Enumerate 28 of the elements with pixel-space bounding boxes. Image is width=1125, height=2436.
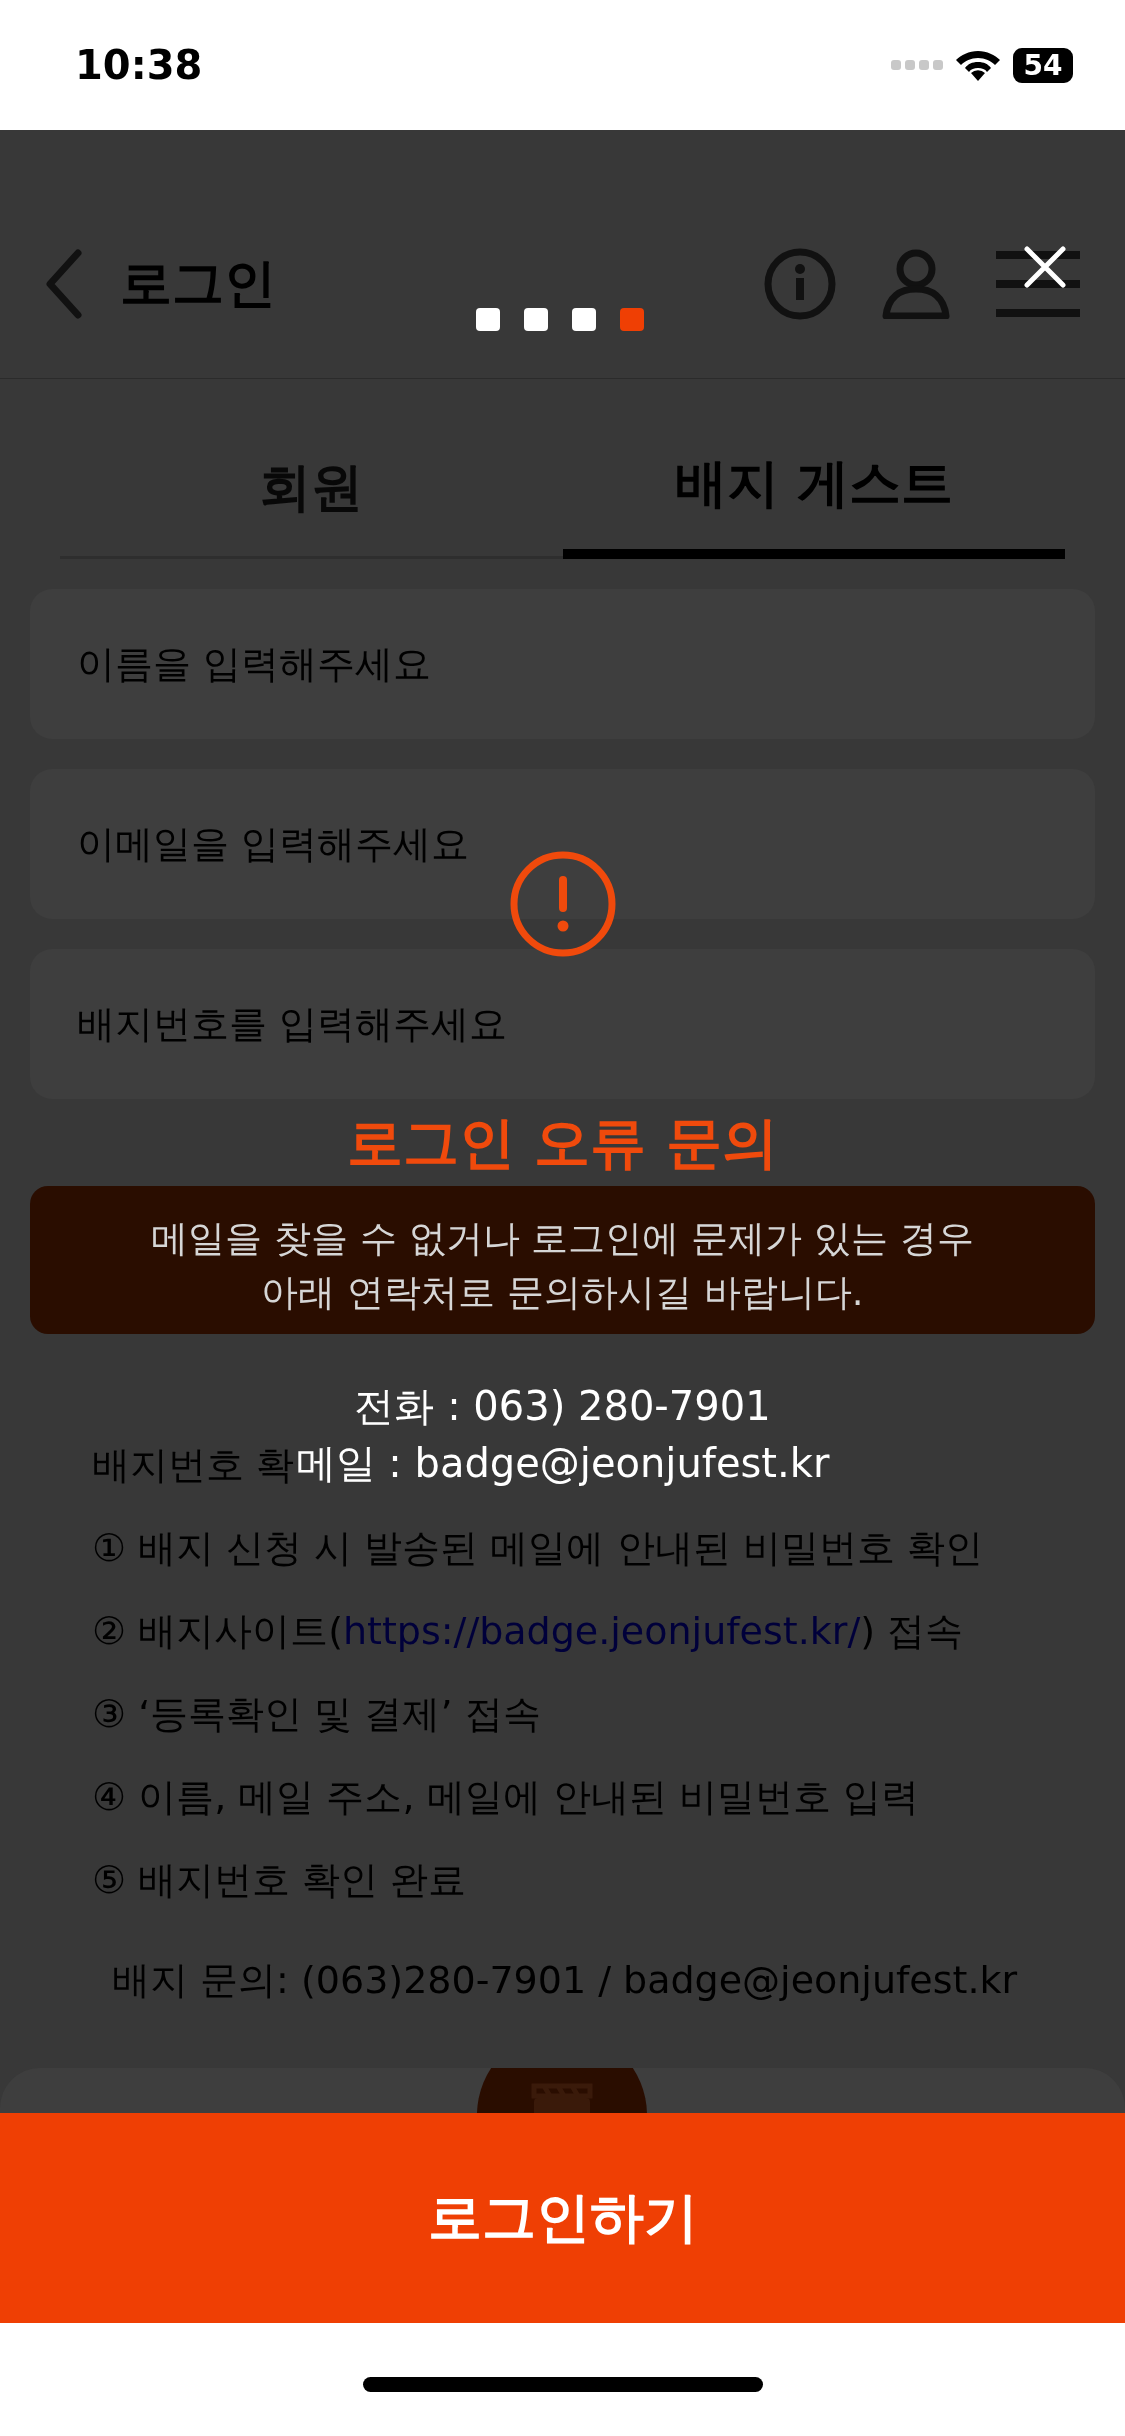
guide-step: ④ 이름, 메일 주소, 메일에 안내된 비밀번호 입력: [92, 1756, 919, 1839]
signal-icon: [891, 58, 943, 72]
guide-step: ② 배지사이트(https://badge.jeonjufest.kr/) 접속: [92, 1590, 964, 1673]
alert-icon: [508, 850, 617, 958]
input-field[interactable]: 이메일을 입력해주세요: [30, 769, 1095, 919]
input-field[interactable]: 이름을 입력해주세요: [30, 589, 1095, 739]
guide-step: ⑤ 배지번호 확인 완료: [92, 1839, 467, 1922]
guide-heading: 배지번호 확: [92, 1442, 295, 1489]
battery-level: 54: [1013, 47, 1073, 83]
contact-line: 전화 : 063) 280-7901: [354, 1382, 771, 1431]
back-icon[interactable]: [44, 249, 84, 319]
message-text: 아래 연락처로 문의하시길 바랍니다.: [261, 1270, 864, 1316]
error-dialog-title: 로그인 오류 문의: [347, 1109, 778, 1177]
badge-contact-text: 배지 문의: (063)280-7901 / badge@jeonjufest.kr: [112, 1957, 1018, 2004]
message-text: 메일을 찾을 수 없거나 로그인에 문제가 있는 경우: [151, 1216, 974, 1262]
status-time: 10:38: [75, 42, 203, 88]
menu-icon[interactable]: [996, 251, 1080, 317]
badge-site-link[interactable]: https://badge.jeonjufest.kr/: [343, 1609, 861, 1653]
login-tab[interactable]: 배지 게스트: [562, 379, 1065, 559]
login-button[interactable]: 로그인하기: [0, 2113, 1125, 2323]
guide-step: ① 배지 신청 시 발송된 메일에 안내된 비밀번호 확인: [92, 1507, 983, 1590]
contact-line: 메일 : badge@jeonjufest.kr: [295, 1439, 830, 1488]
page-title: 로그인: [120, 252, 276, 315]
guide-step: ③ ‘등록확인 및 결제’ 접속: [92, 1673, 541, 1756]
input-field[interactable]: 배지번호를 입력해주세요: [30, 949, 1095, 1099]
close-icon[interactable]: [1023, 245, 1067, 289]
profile-icon[interactable]: [882, 249, 950, 319]
info-icon[interactable]: [764, 248, 836, 320]
